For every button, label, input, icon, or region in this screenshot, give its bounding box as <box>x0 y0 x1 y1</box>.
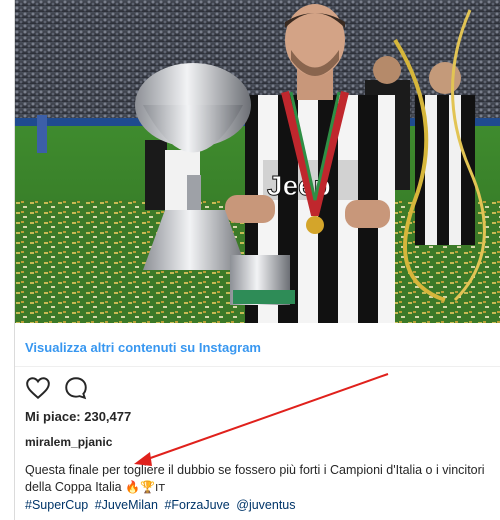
post-hashtags: #SuperCup #JuveMilan #ForzaJuve @juventu… <box>25 497 499 514</box>
hashtag-link[interactable]: #SuperCup <box>25 498 88 512</box>
caption-text: Questa finale per togliere il dubbio se … <box>25 463 485 494</box>
comment-bubble-icon[interactable] <box>63 375 89 401</box>
hashtag-link[interactable]: #ForzaJuve <box>164 498 229 512</box>
post-actions <box>25 375 89 401</box>
post-username[interactable]: miralem_pjanic <box>25 435 112 449</box>
mention-link[interactable]: @juventus <box>236 498 295 512</box>
post-photo[interactable]: Jeep <box>15 0 500 323</box>
likes-count: Mi piace: 230,477 <box>25 409 132 424</box>
trophy-celebration-image: Jeep <box>15 0 500 323</box>
view-more-on-instagram-link[interactable]: Visualizza altri contenuti su Instagram <box>25 340 261 355</box>
divider <box>15 366 500 367</box>
hashtag-link[interactable]: #JuveMilan <box>95 498 158 512</box>
post-caption: Questa finale per togliere il dubbio se … <box>25 462 499 496</box>
caption-emoji: 🔥🏆ıт <box>125 480 166 494</box>
instagram-post-card: Jeep Visualizza altri contenuti su Insta… <box>14 0 500 520</box>
heart-icon[interactable] <box>25 375 51 401</box>
